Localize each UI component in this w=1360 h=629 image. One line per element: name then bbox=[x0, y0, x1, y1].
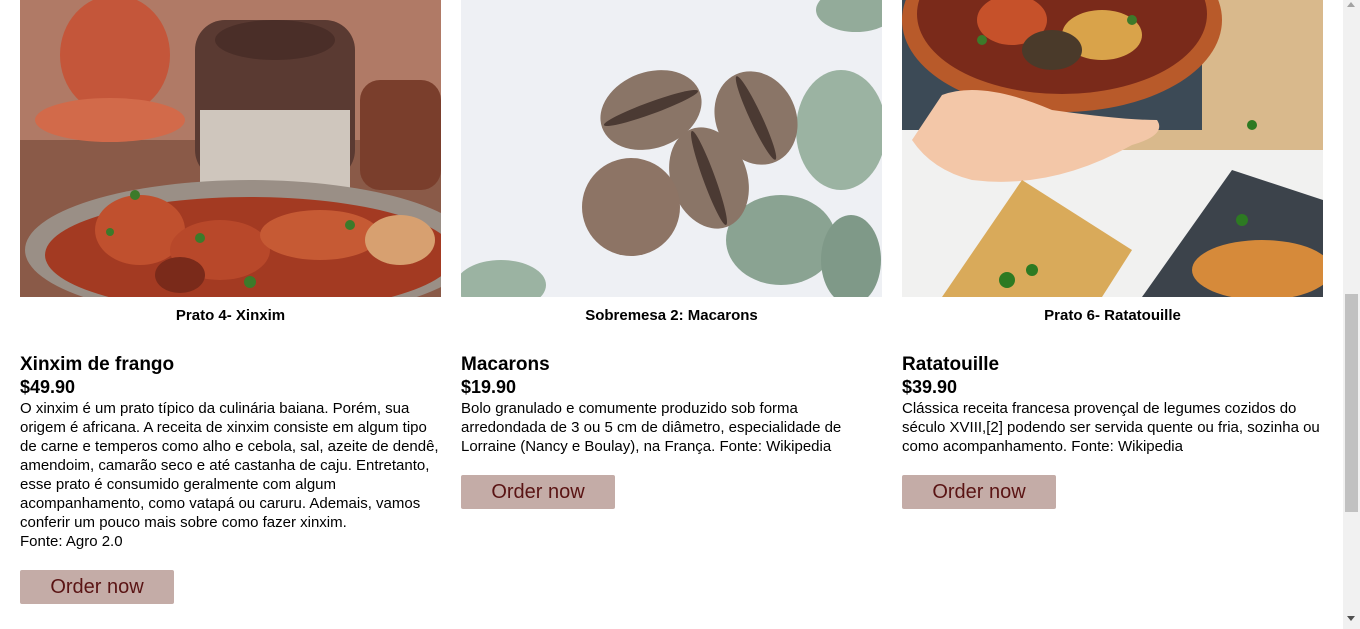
product-card-macarons: Sobremesa 2: Macarons Macarons $19.90 Bo… bbox=[461, 0, 882, 509]
product-description: Clássica receita francesa provençal de l… bbox=[902, 400, 1320, 455]
order-now-button[interactable]: Order now bbox=[20, 570, 174, 604]
scrollbar-thumb[interactable] bbox=[1345, 294, 1358, 512]
vertical-scrollbar[interactable] bbox=[1343, 0, 1360, 629]
xinxim-photo bbox=[20, 0, 441, 297]
product-name: Macarons bbox=[461, 354, 550, 375]
product-card-xinxim: Prato 4- Xinxim Xinxim de frango $49.90 … bbox=[20, 0, 441, 604]
ratatouille-photo bbox=[902, 0, 1323, 297]
order-now-button[interactable]: Order now bbox=[902, 475, 1056, 509]
product-price: $39.90 bbox=[902, 377, 958, 397]
order-now-button[interactable]: Order now bbox=[461, 475, 615, 509]
product-name: Xinxim de frango bbox=[20, 354, 175, 375]
menu-page: Prato 4- Xinxim Xinxim de frango $49.90 … bbox=[0, 0, 1343, 629]
product-description: Bolo granulado e comumente produzido sob… bbox=[461, 400, 842, 455]
product-description: O xinxim é um prato típico da culinária … bbox=[20, 400, 439, 550]
macarons-photo bbox=[461, 0, 882, 297]
product-price: $19.90 bbox=[461, 377, 517, 397]
photo-caption: Prato 6- Ratatouille bbox=[1044, 307, 1181, 324]
product-name: Ratatouille bbox=[902, 354, 1000, 375]
photo-caption: Sobremesa 2: Macarons bbox=[585, 307, 758, 324]
product-card-ratatouille: Prato 6- Ratatouille Ratatouille $39.90 … bbox=[902, 0, 1323, 509]
scroll-up-arrow-icon[interactable] bbox=[1347, 2, 1355, 7]
photo-caption: Prato 4- Xinxim bbox=[175, 307, 286, 324]
scroll-down-arrow-icon[interactable] bbox=[1347, 616, 1355, 621]
product-price: $49.90 bbox=[20, 377, 76, 397]
